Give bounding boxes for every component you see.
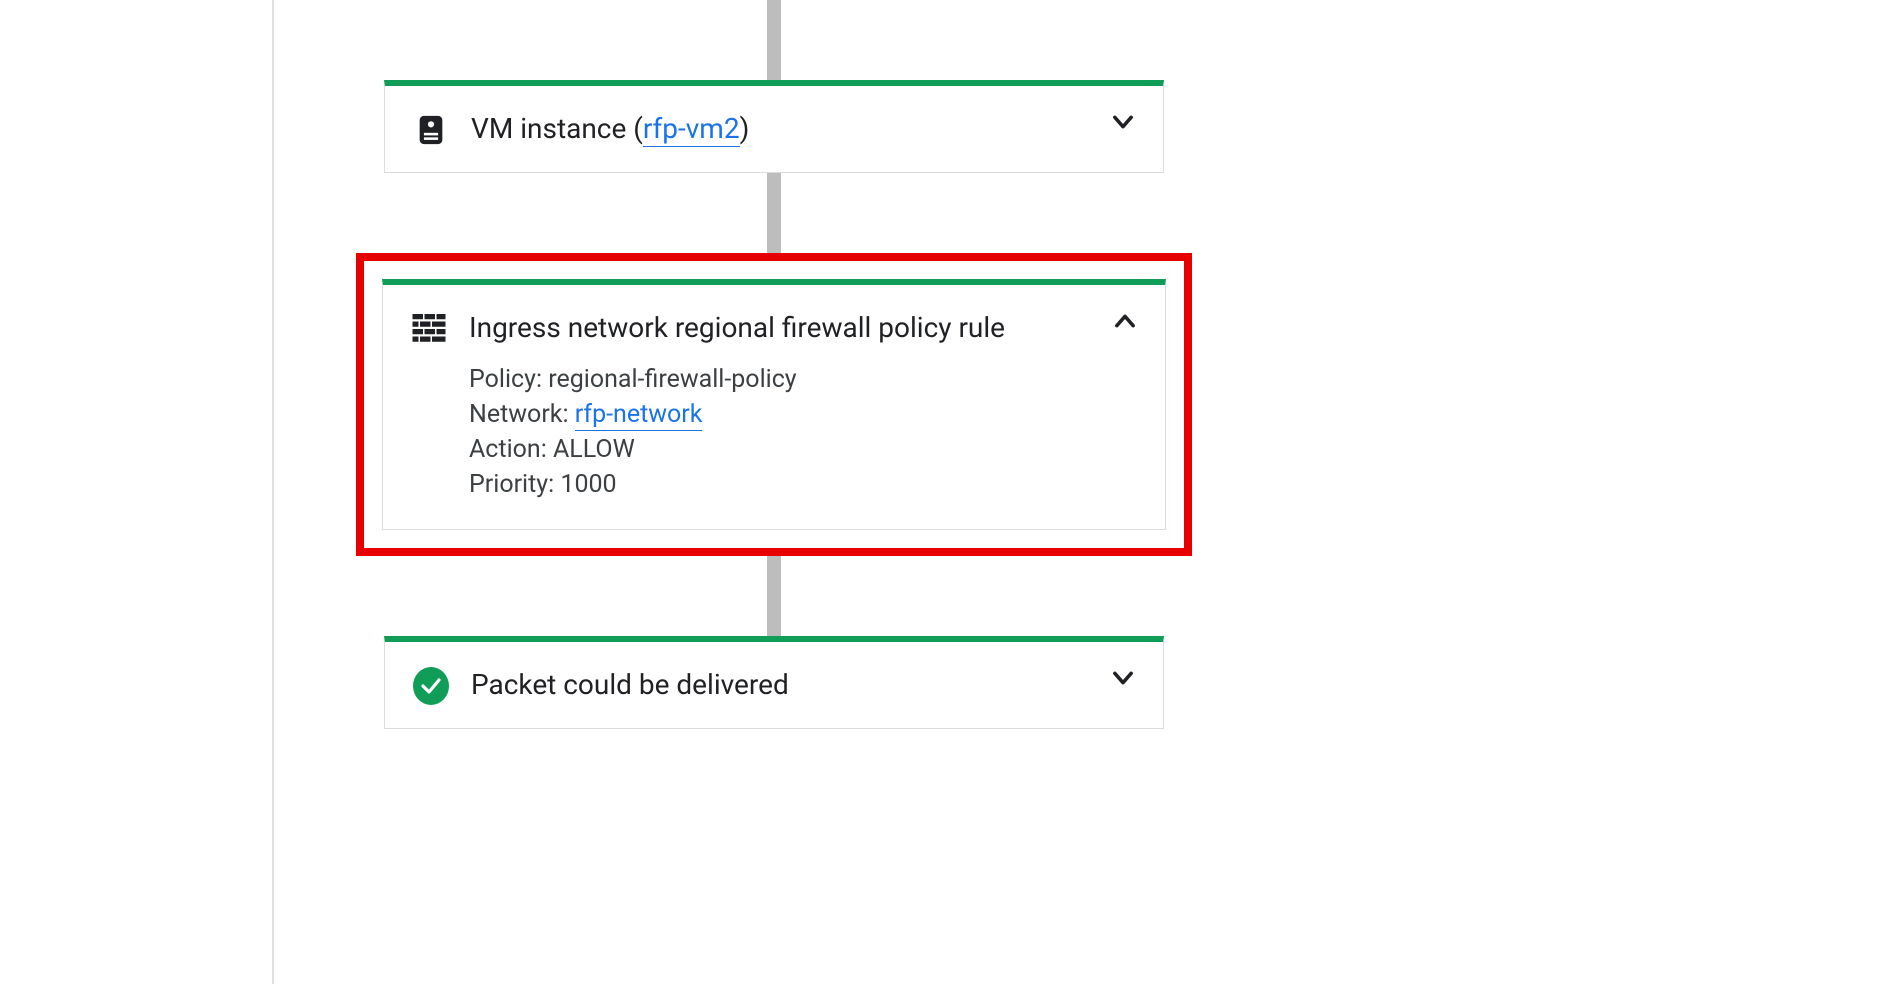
- firewall-rule-card[interactable]: Ingress network regional firewall policy…: [382, 279, 1166, 530]
- policy-label: Policy:: [469, 365, 548, 394]
- vm-card-title: VM instance (rfp-vm2): [471, 110, 749, 148]
- action-row: Action: ALLOW: [469, 435, 1137, 464]
- vm-instance-card[interactable]: VM instance (rfp-vm2): [384, 80, 1164, 173]
- chevron-up-icon[interactable]: [1111, 307, 1139, 335]
- vm-title-prefix: VM instance (: [471, 112, 643, 145]
- connectivity-trace-panel: VM instance (rfp-vm2): [0, 0, 1900, 984]
- flow-connector: [384, 556, 1164, 636]
- firewall-icon: [411, 311, 447, 347]
- success-icon: [413, 668, 449, 704]
- vm-title-suffix: ): [740, 112, 750, 145]
- firewall-card-body: Policy: regional-firewall-policy Network…: [469, 365, 1137, 499]
- vm-link[interactable]: rfp-vm2: [643, 112, 740, 147]
- policy-row: Policy: regional-firewall-policy: [469, 365, 1137, 394]
- priority-value: 1000: [560, 470, 616, 499]
- card-header: Ingress network regional firewall policy…: [411, 309, 1137, 347]
- action-value: ALLOW: [553, 435, 635, 464]
- panel-divider: [272, 0, 274, 984]
- priority-row: Priority: 1000: [469, 470, 1137, 499]
- network-row: Network: rfp-network: [469, 400, 1137, 429]
- priority-label: Priority:: [469, 470, 560, 499]
- chevron-down-icon[interactable]: [1109, 108, 1137, 136]
- flow-connector: [384, 0, 1164, 80]
- highlight-box: Ingress network regional firewall policy…: [356, 253, 1192, 556]
- policy-value: regional-firewall-policy: [548, 365, 796, 394]
- delivery-result-card[interactable]: Packet could be delivered: [384, 636, 1164, 729]
- network-label: Network:: [469, 400, 575, 429]
- flow-connector: [384, 173, 1164, 253]
- network-link[interactable]: rfp-network: [575, 400, 703, 431]
- action-label: Action:: [469, 435, 553, 464]
- chevron-down-icon[interactable]: [1109, 664, 1137, 692]
- delivery-card-title: Packet could be delivered: [471, 666, 789, 704]
- vm-icon: [413, 112, 449, 148]
- trace-flow: VM instance (rfp-vm2): [384, 0, 1164, 729]
- card-header: VM instance (rfp-vm2): [413, 110, 1135, 148]
- card-header: Packet could be delivered: [413, 666, 1135, 704]
- firewall-card-title: Ingress network regional firewall policy…: [469, 309, 1005, 347]
